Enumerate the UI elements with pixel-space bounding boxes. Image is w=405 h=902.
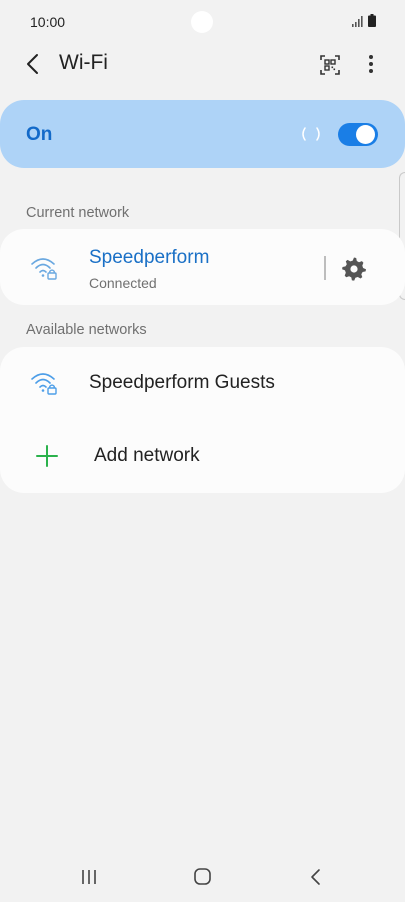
toggle-state-label: On (26, 124, 53, 145)
wifi-settings-screen: 10:00 Wi-Fi On Current network Speedperf… (0, 0, 405, 902)
current-network-name: Speedperform (89, 247, 210, 268)
qr-code-icon[interactable] (316, 51, 344, 79)
available-network-name: Speedperform Guests (89, 372, 275, 393)
divider (324, 256, 326, 280)
current-network-heading: Current network (26, 205, 130, 221)
available-networks-heading: Available networks (26, 322, 147, 338)
available-network-row[interactable]: Speedperform Guests (0, 347, 405, 420)
plus-icon (36, 445, 58, 467)
switch-knob (356, 125, 375, 144)
gear-icon[interactable] (340, 254, 368, 282)
recents-icon[interactable] (74, 865, 104, 889)
back-icon[interactable] (20, 50, 48, 78)
wifi-switch[interactable] (338, 123, 378, 146)
more-options-icon[interactable] (358, 50, 384, 78)
available-networks-card: Speedperform Guests Add network (0, 347, 405, 493)
wifi-master-toggle[interactable]: On (0, 100, 405, 168)
wifi-locked-icon (31, 258, 57, 280)
app-header: Wi-Fi (0, 40, 405, 90)
wifi-locked-icon (31, 373, 57, 395)
add-network-label: Add network (94, 445, 200, 466)
status-bar: 10:00 (0, 0, 405, 44)
camera-cutout (191, 11, 213, 33)
scanning-spinner-icon (302, 127, 320, 141)
nav-back-icon[interactable] (301, 865, 331, 889)
add-network-row[interactable]: Add network (0, 420, 405, 493)
home-icon[interactable] (187, 865, 217, 889)
current-network-card: Speedperform Connected (0, 229, 405, 305)
navigation-bar (0, 852, 405, 902)
status-time: 10:00 (30, 14, 66, 30)
page-title: Wi-Fi (59, 51, 108, 74)
signal-icon (352, 16, 363, 27)
battery-icon (368, 14, 376, 27)
current-network-status: Connected (89, 275, 157, 291)
